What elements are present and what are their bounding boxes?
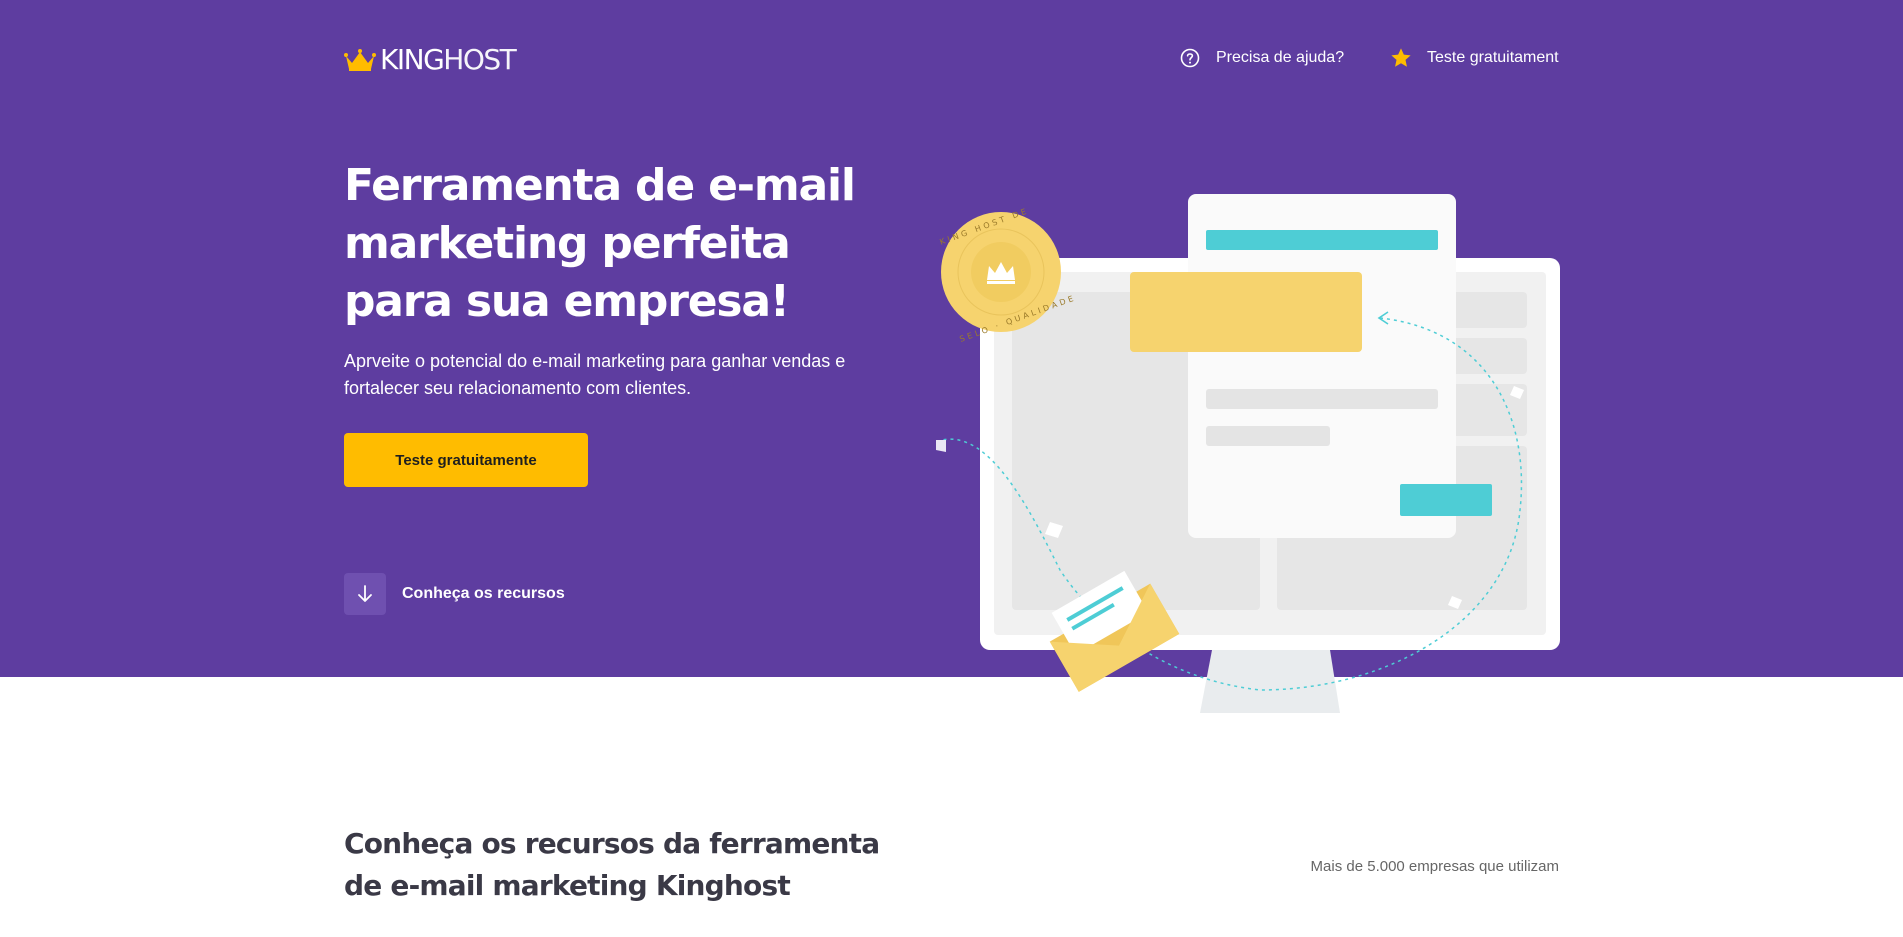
free-trial-button[interactable]: Teste gratuitamente xyxy=(344,433,588,487)
hero-subtitle: Aprveite o potencial do e-mail marketing… xyxy=(344,351,846,398)
email-marketing-illustration: KING HOST DE SELO · QUALIDADE xyxy=(936,194,1560,713)
help-label: Precisa de ajuda? xyxy=(1216,49,1345,66)
question-circle-icon xyxy=(1179,47,1201,69)
crown-icon xyxy=(344,49,376,71)
companies-count-text: Mais de 5.000 empresas que utilizam xyxy=(1310,858,1559,875)
arrow-down-icon xyxy=(344,573,386,615)
monitor-stand xyxy=(1200,650,1340,713)
logo-wordmark: KINGHOST xyxy=(380,43,517,76)
kinghost-logo[interactable]: KINGHOST xyxy=(344,43,517,76)
free-trial-label: Teste gratuitament xyxy=(1427,49,1559,66)
free-trial-link[interactable]: Teste gratuitament xyxy=(1390,47,1559,69)
star-icon xyxy=(1390,47,1412,69)
features-link[interactable]: Conheça os recursos xyxy=(344,573,565,615)
help-link[interactable]: Precisa de ajuda? xyxy=(1179,47,1344,69)
hero-title: Ferramenta de e-mail marketing perfeita … xyxy=(344,160,856,327)
features-link-label: Conheça os recursos xyxy=(402,585,565,602)
features-title: Conheça os recursos da ferramenta de e-m… xyxy=(344,827,880,902)
